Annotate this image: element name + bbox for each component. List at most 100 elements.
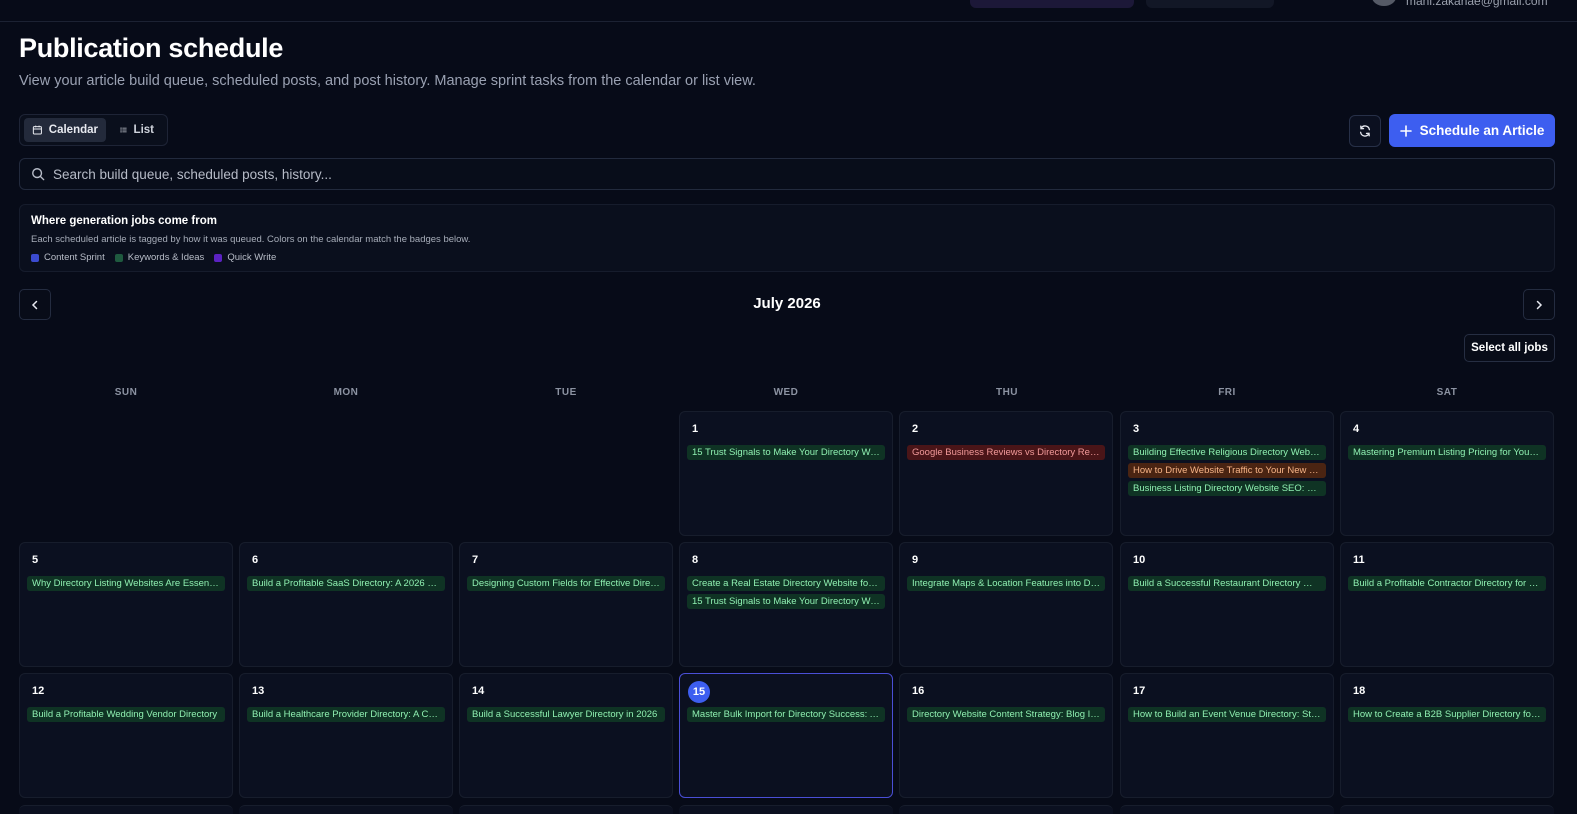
view-toggle: Calendar List	[19, 114, 168, 146]
search-input[interactable]	[53, 166, 1533, 182]
next-month-button[interactable]	[1523, 289, 1555, 320]
scheduled-job-chip[interactable]: Why Directory Listing Websites Are Essen…	[27, 576, 225, 591]
scheduled-job-chip[interactable]: 15 Trust Signals to Make Your Directory …	[687, 594, 885, 609]
calendar-day-cell[interactable]: 1 15 Trust Signals to Make Your Directory…	[679, 411, 893, 536]
scheduled-job-chip[interactable]: Building Effective Religious Directory W…	[1128, 445, 1326, 460]
job-sources-legend: Content Sprint Keywords & Ideas Quick Wr…	[31, 252, 276, 263]
calendar-day-cell[interactable]: 10 Build a Successful Restaurant Director…	[1120, 542, 1334, 667]
search-icon	[32, 168, 45, 181]
weekday-header: THU	[995, 387, 1019, 398]
day-number: 16	[912, 685, 925, 697]
weekday-header: SAT	[1436, 387, 1458, 398]
legend-item-keywords-ideas: Keywords & Ideas	[114, 252, 204, 263]
calendar-day-cell-partial[interactable]	[239, 805, 453, 814]
legend-item-quick-write: Quick Write	[214, 252, 276, 263]
weekday-header: MON	[333, 387, 359, 398]
day-number: 12	[32, 685, 45, 697]
calendar-day-cell[interactable]: 6 Build a Profitable SaaS Directory: A 20…	[239, 542, 453, 667]
weekday-header: SUN	[114, 387, 138, 398]
calendar-day-cell[interactable]: 16 Directory Website Content Strategy: Bl…	[899, 673, 1113, 798]
calendar-day-cell[interactable]: 11 Build a Profitable Contractor Director…	[1340, 542, 1554, 667]
scheduled-job-chip[interactable]: Directory Website Content Strategy: Blog…	[907, 707, 1105, 722]
top-nav-button[interactable]	[970, 0, 1134, 8]
calendar-day-cell-partial[interactable]	[899, 805, 1113, 814]
day-number: 11	[1353, 554, 1365, 566]
day-number: 1	[692, 423, 699, 435]
legend-label: Quick Write	[227, 252, 277, 263]
scheduled-job-chip[interactable]: Mastering Premium Listing Pricing for Yo…	[1348, 445, 1546, 460]
day-number: 4	[1353, 423, 1360, 435]
calendar-day-cell-partial[interactable]	[679, 805, 893, 814]
calendar-day-cell[interactable]: 8 Create a Real Estate Directory Website …	[679, 542, 893, 667]
weekday-header: FRI	[1218, 387, 1236, 398]
weekday-header: WED	[773, 387, 799, 398]
chevron-right-icon	[1536, 300, 1543, 309]
calendar-day-cell[interactable]: 3 Building Effective Religious Directory …	[1120, 411, 1334, 536]
scheduled-job-chip[interactable]: 15 Trust Signals to Make Your Directory …	[687, 445, 885, 460]
calendar-view-button[interactable]: Calendar	[24, 118, 106, 142]
calendar-day-cell[interactable]: 13 Build a Healthcare Provider Directory:…	[239, 673, 453, 798]
calendar-day-cell[interactable]: 4 Mastering Premium Listing Pricing for Y…	[1340, 411, 1554, 536]
scheduled-job-chip[interactable]: Build a Profitable Wedding Vendor Direct…	[27, 707, 225, 722]
calendar-day-cell[interactable]: 7 Designing Custom Fields for Effective D…	[459, 542, 673, 667]
today-day-number: 15	[688, 681, 710, 703]
calendar-day-cell[interactable]: 12 Build a Profitable Wedding Vendor Dire…	[19, 673, 233, 798]
user-email: mani.zakariae@gmail.com	[1406, 0, 1548, 8]
scheduled-job-chip[interactable]: Build a Healthcare Provider Directory: A…	[247, 707, 445, 722]
scheduled-job-chip[interactable]: How to Create a B2B Supplier Directory f…	[1348, 707, 1546, 722]
scheduled-job-chip[interactable]: How to Drive Website Traffic to Your New…	[1128, 463, 1326, 478]
job-sources-panel: Where generation jobs come from Each sch…	[19, 204, 1555, 272]
calendar-day-cell[interactable]: 17 How to Build an Event Venue Directory:…	[1120, 673, 1334, 798]
day-number: 8	[692, 554, 699, 566]
select-all-jobs-button[interactable]: Select all jobs	[1464, 334, 1555, 362]
top-nav-button-secondary[interactable]	[1146, 0, 1274, 8]
day-number: 2	[912, 423, 919, 435]
job-sources-description: Each scheduled article is tagged by how …	[31, 234, 471, 245]
calendar-day-cell[interactable]: 14 Build a Successful Lawyer Directory in…	[459, 673, 673, 798]
day-number: 14	[472, 685, 485, 697]
scheduled-job-chip[interactable]: Build a Successful Lawyer Directory in 2…	[467, 707, 665, 722]
calendar-day-cell-partial[interactable]	[1120, 805, 1334, 814]
avatar[interactable]	[1372, 0, 1396, 6]
day-number: 18	[1353, 685, 1366, 697]
legend-swatch	[214, 253, 223, 262]
scheduled-job-chip[interactable]: Business Listing Directory Website SEO: …	[1128, 481, 1326, 496]
page-title: Publication schedule	[19, 33, 284, 63]
schedule-article-label: Schedule an Article	[1419, 123, 1545, 138]
calendar-day-cell[interactable]: 2 Google Business Reviews vs Directory Re…	[899, 411, 1113, 536]
page-subtitle: View your article build queue, scheduled…	[19, 73, 756, 89]
calendar-day-cell-partial[interactable]	[19, 805, 233, 814]
scheduled-job-chip[interactable]: Build a Profitable Contractor Directory …	[1348, 576, 1546, 591]
scheduled-job-chip[interactable]: How to Build an Event Venue Directory: S…	[1128, 707, 1326, 722]
previous-month-button[interactable]	[19, 289, 51, 320]
calendar-day-cell[interactable]: 9 Integrate Maps & Location Features into…	[899, 542, 1113, 667]
calendar-day-cell-partial[interactable]	[459, 805, 673, 814]
legend-item-content-sprint: Content Sprint	[31, 252, 105, 263]
calendar-day-cell[interactable]: 5 Why Directory Listing Websites Are Esse…	[19, 542, 233, 667]
scheduled-job-chip[interactable]: Create a Real Estate Directory Website f…	[687, 576, 885, 591]
calendar-day-cell-partial[interactable]	[1340, 805, 1554, 814]
scheduled-job-chip[interactable]: Designing Custom Fields for Effective Di…	[467, 576, 665, 591]
calendar-day-cell[interactable]: 15 Master Bulk Import for Directory Succe…	[679, 673, 893, 798]
month-label: July 2026	[753, 295, 821, 312]
job-sources-title: Where generation jobs come from	[31, 215, 217, 227]
calendar-day-cell[interactable]: 18 How to Create a B2B Supplier Directory…	[1340, 673, 1554, 798]
calendar-view-label: Calendar	[48, 124, 98, 136]
list-icon	[120, 127, 127, 133]
list-view-label: List	[133, 124, 154, 136]
day-number: 5	[32, 554, 39, 566]
list-view-button[interactable]: List	[112, 118, 162, 142]
day-number: 9	[912, 554, 919, 566]
scheduled-job-chip[interactable]: Integrate Maps & Location Features into …	[907, 576, 1105, 591]
refresh-button[interactable]	[1349, 115, 1381, 147]
legend-swatch	[31, 253, 39, 262]
schedule-article-button[interactable]: Schedule an Article	[1389, 114, 1555, 147]
scheduled-job-chip[interactable]: Build a Successful Restaurant Directory …	[1128, 576, 1326, 591]
scheduled-job-chip[interactable]: Google Business Reviews vs Directory Rev…	[907, 445, 1105, 460]
calendar-icon	[32, 125, 42, 135]
weekday-header: TUE	[555, 387, 577, 398]
day-number: 17	[1133, 685, 1146, 697]
refresh-icon	[1359, 125, 1371, 137]
scheduled-job-chip[interactable]: Build a Profitable SaaS Directory: A 202…	[247, 576, 445, 591]
scheduled-job-chip[interactable]: Master Bulk Import for Directory Success…	[687, 707, 885, 722]
